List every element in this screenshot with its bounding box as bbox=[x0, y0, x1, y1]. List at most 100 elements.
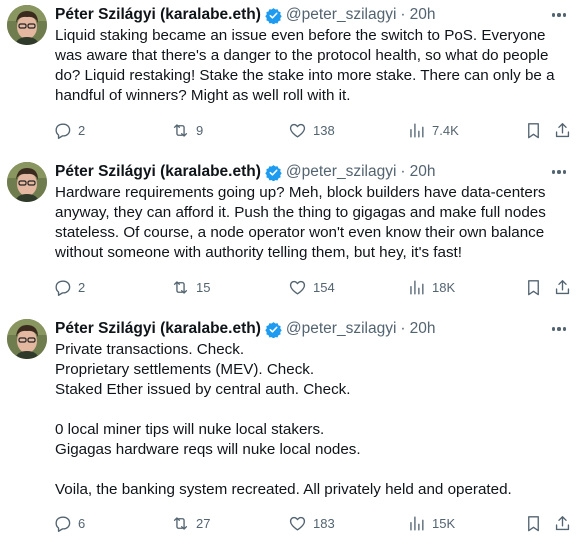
avatar-image bbox=[7, 319, 47, 359]
heart-icon bbox=[289, 123, 306, 138]
heart-icon bbox=[289, 516, 306, 531]
heart-icon bbox=[289, 280, 306, 295]
reply-count: 2 bbox=[78, 122, 86, 138]
avatar[interactable] bbox=[7, 162, 47, 202]
more-icon[interactable] bbox=[549, 7, 569, 23]
tweet-header: Péter Szilágyi (karalabe.eth) @peter_szi… bbox=[55, 319, 435, 339]
tweet-line: anyway, they can afford it. Push the thi… bbox=[55, 204, 546, 221]
share-button[interactable] bbox=[553, 277, 572, 297]
separator: · bbox=[400, 320, 406, 337]
bookmark-icon bbox=[528, 122, 539, 138]
avatar[interactable] bbox=[7, 319, 47, 359]
bookmark-icon bbox=[528, 279, 539, 295]
author-handle[interactable]: @peter_szilagyi bbox=[286, 163, 397, 181]
reply-button[interactable]: 2 bbox=[53, 277, 85, 297]
bookmark-icon bbox=[528, 515, 539, 531]
tweet-line: Gigagas hardware reqs will nuke local no… bbox=[55, 441, 361, 458]
share-icon bbox=[555, 515, 570, 530]
like-button[interactable]: 154 bbox=[288, 277, 335, 297]
tweet[interactable]: Péter Szilágyi (karalabe.eth) @peter_szi… bbox=[0, 319, 581, 534]
like-count: 183 bbox=[313, 515, 335, 531]
more-icon[interactable] bbox=[549, 164, 569, 180]
tweet-line: was aware that there's a danger to the p… bbox=[55, 47, 549, 64]
tweet-line: Staked Ether issued by central auth. Che… bbox=[55, 381, 351, 398]
views-icon bbox=[410, 279, 424, 295]
timestamp[interactable]: 20h bbox=[410, 320, 436, 338]
tweet-line: Private transactions. Check. bbox=[55, 341, 245, 358]
avatar[interactable] bbox=[7, 5, 47, 45]
share-button[interactable] bbox=[553, 120, 572, 140]
repost-button[interactable]: 15 bbox=[171, 277, 210, 297]
views-count: 18K bbox=[432, 279, 456, 295]
share-icon bbox=[555, 122, 570, 137]
tweet-line: Proprietary settlements (MEV). Check. bbox=[55, 361, 315, 378]
tweet-line: Hardware requirements going up? Meh, blo… bbox=[55, 184, 546, 201]
action-bar: 6 27 183 15K bbox=[53, 513, 573, 533]
repost-icon bbox=[173, 280, 188, 294]
like-count: 138 bbox=[313, 122, 335, 138]
repost-button[interactable]: 9 bbox=[171, 120, 203, 140]
reply-button[interactable]: 6 bbox=[53, 513, 85, 533]
like-count: 154 bbox=[313, 279, 335, 295]
tweet-text: Liquid staking became an issue even befo… bbox=[55, 26, 575, 106]
views-count: 15K bbox=[432, 515, 456, 531]
repost-icon bbox=[173, 516, 188, 530]
reply-icon bbox=[55, 515, 71, 532]
like-button[interactable]: 183 bbox=[288, 513, 335, 533]
bookmark-button[interactable] bbox=[524, 277, 543, 297]
action-bar: 2 9 138 7.4K bbox=[53, 120, 573, 140]
separator: · bbox=[400, 6, 406, 23]
verified-badge-icon bbox=[265, 7, 282, 24]
repost-icon bbox=[173, 123, 188, 137]
repost-count: 27 bbox=[196, 515, 211, 531]
tweet-line: do? Liquid restaking! Stake the stake in… bbox=[55, 67, 555, 84]
avatar-image bbox=[7, 5, 47, 45]
reply-count: 2 bbox=[78, 279, 86, 295]
reply-icon bbox=[55, 279, 71, 296]
tweet-text: Hardware requirements going up? Meh, blo… bbox=[55, 183, 575, 263]
tweet-line: without someone with authority telling t… bbox=[55, 244, 462, 261]
views-button[interactable]: 7.4K bbox=[407, 120, 459, 140]
bookmark-button[interactable] bbox=[524, 513, 543, 533]
action-bar: 2 15 154 18K bbox=[53, 277, 573, 297]
repost-button[interactable]: 27 bbox=[171, 513, 210, 533]
tweet-line bbox=[55, 400, 575, 420]
tweet-line: Voila, the banking system recreated. All… bbox=[55, 481, 512, 498]
author-handle[interactable]: @peter_szilagyi bbox=[286, 320, 397, 338]
repost-count: 9 bbox=[196, 122, 204, 138]
views-icon bbox=[410, 515, 424, 531]
tweet-line bbox=[55, 460, 575, 480]
author-name[interactable]: Péter Szilágyi (karalabe.eth) bbox=[55, 320, 261, 338]
reply-count: 6 bbox=[78, 515, 86, 531]
verified-badge-icon bbox=[265, 321, 282, 338]
share-icon bbox=[555, 279, 570, 294]
author-name[interactable]: Péter Szilágyi (karalabe.eth) bbox=[55, 6, 261, 24]
separator: · bbox=[400, 163, 406, 180]
reply-button[interactable]: 2 bbox=[53, 120, 85, 140]
bookmark-button[interactable] bbox=[524, 120, 543, 140]
tweet-line: Liquid staking became an issue even befo… bbox=[55, 27, 546, 44]
views-button[interactable]: 15K bbox=[407, 513, 455, 533]
views-count: 7.4K bbox=[432, 122, 459, 138]
verified-badge-icon bbox=[265, 164, 282, 181]
timestamp[interactable]: 20h bbox=[410, 6, 436, 24]
tweet-header: Péter Szilágyi (karalabe.eth) @peter_szi… bbox=[55, 5, 435, 25]
timestamp[interactable]: 20h bbox=[410, 163, 436, 181]
avatar-image bbox=[7, 162, 47, 202]
author-name[interactable]: Péter Szilágyi (karalabe.eth) bbox=[55, 163, 261, 181]
share-button[interactable] bbox=[553, 513, 572, 533]
views-button[interactable]: 18K bbox=[407, 277, 455, 297]
more-icon[interactable] bbox=[549, 321, 569, 337]
tweet-text: Private transactions. Check. Proprietary… bbox=[55, 340, 575, 500]
repost-count: 15 bbox=[196, 279, 211, 295]
like-button[interactable]: 138 bbox=[288, 120, 335, 140]
tweet-line: 0 local miner tips will nuke local stake… bbox=[55, 421, 325, 438]
reply-icon bbox=[55, 122, 71, 139]
tweet-line: stateless. Of course, a node operator wo… bbox=[55, 224, 545, 241]
tweet-line: handful of winners? Might as well roll w… bbox=[55, 87, 351, 104]
author-handle[interactable]: @peter_szilagyi bbox=[286, 6, 397, 24]
views-icon bbox=[410, 122, 424, 138]
tweet-header: Péter Szilágyi (karalabe.eth) @peter_szi… bbox=[55, 162, 435, 182]
tweet[interactable]: Péter Szilágyi (karalabe.eth) @peter_szi… bbox=[0, 162, 581, 302]
tweet[interactable]: Péter Szilágyi (karalabe.eth) @peter_szi… bbox=[0, 5, 581, 145]
